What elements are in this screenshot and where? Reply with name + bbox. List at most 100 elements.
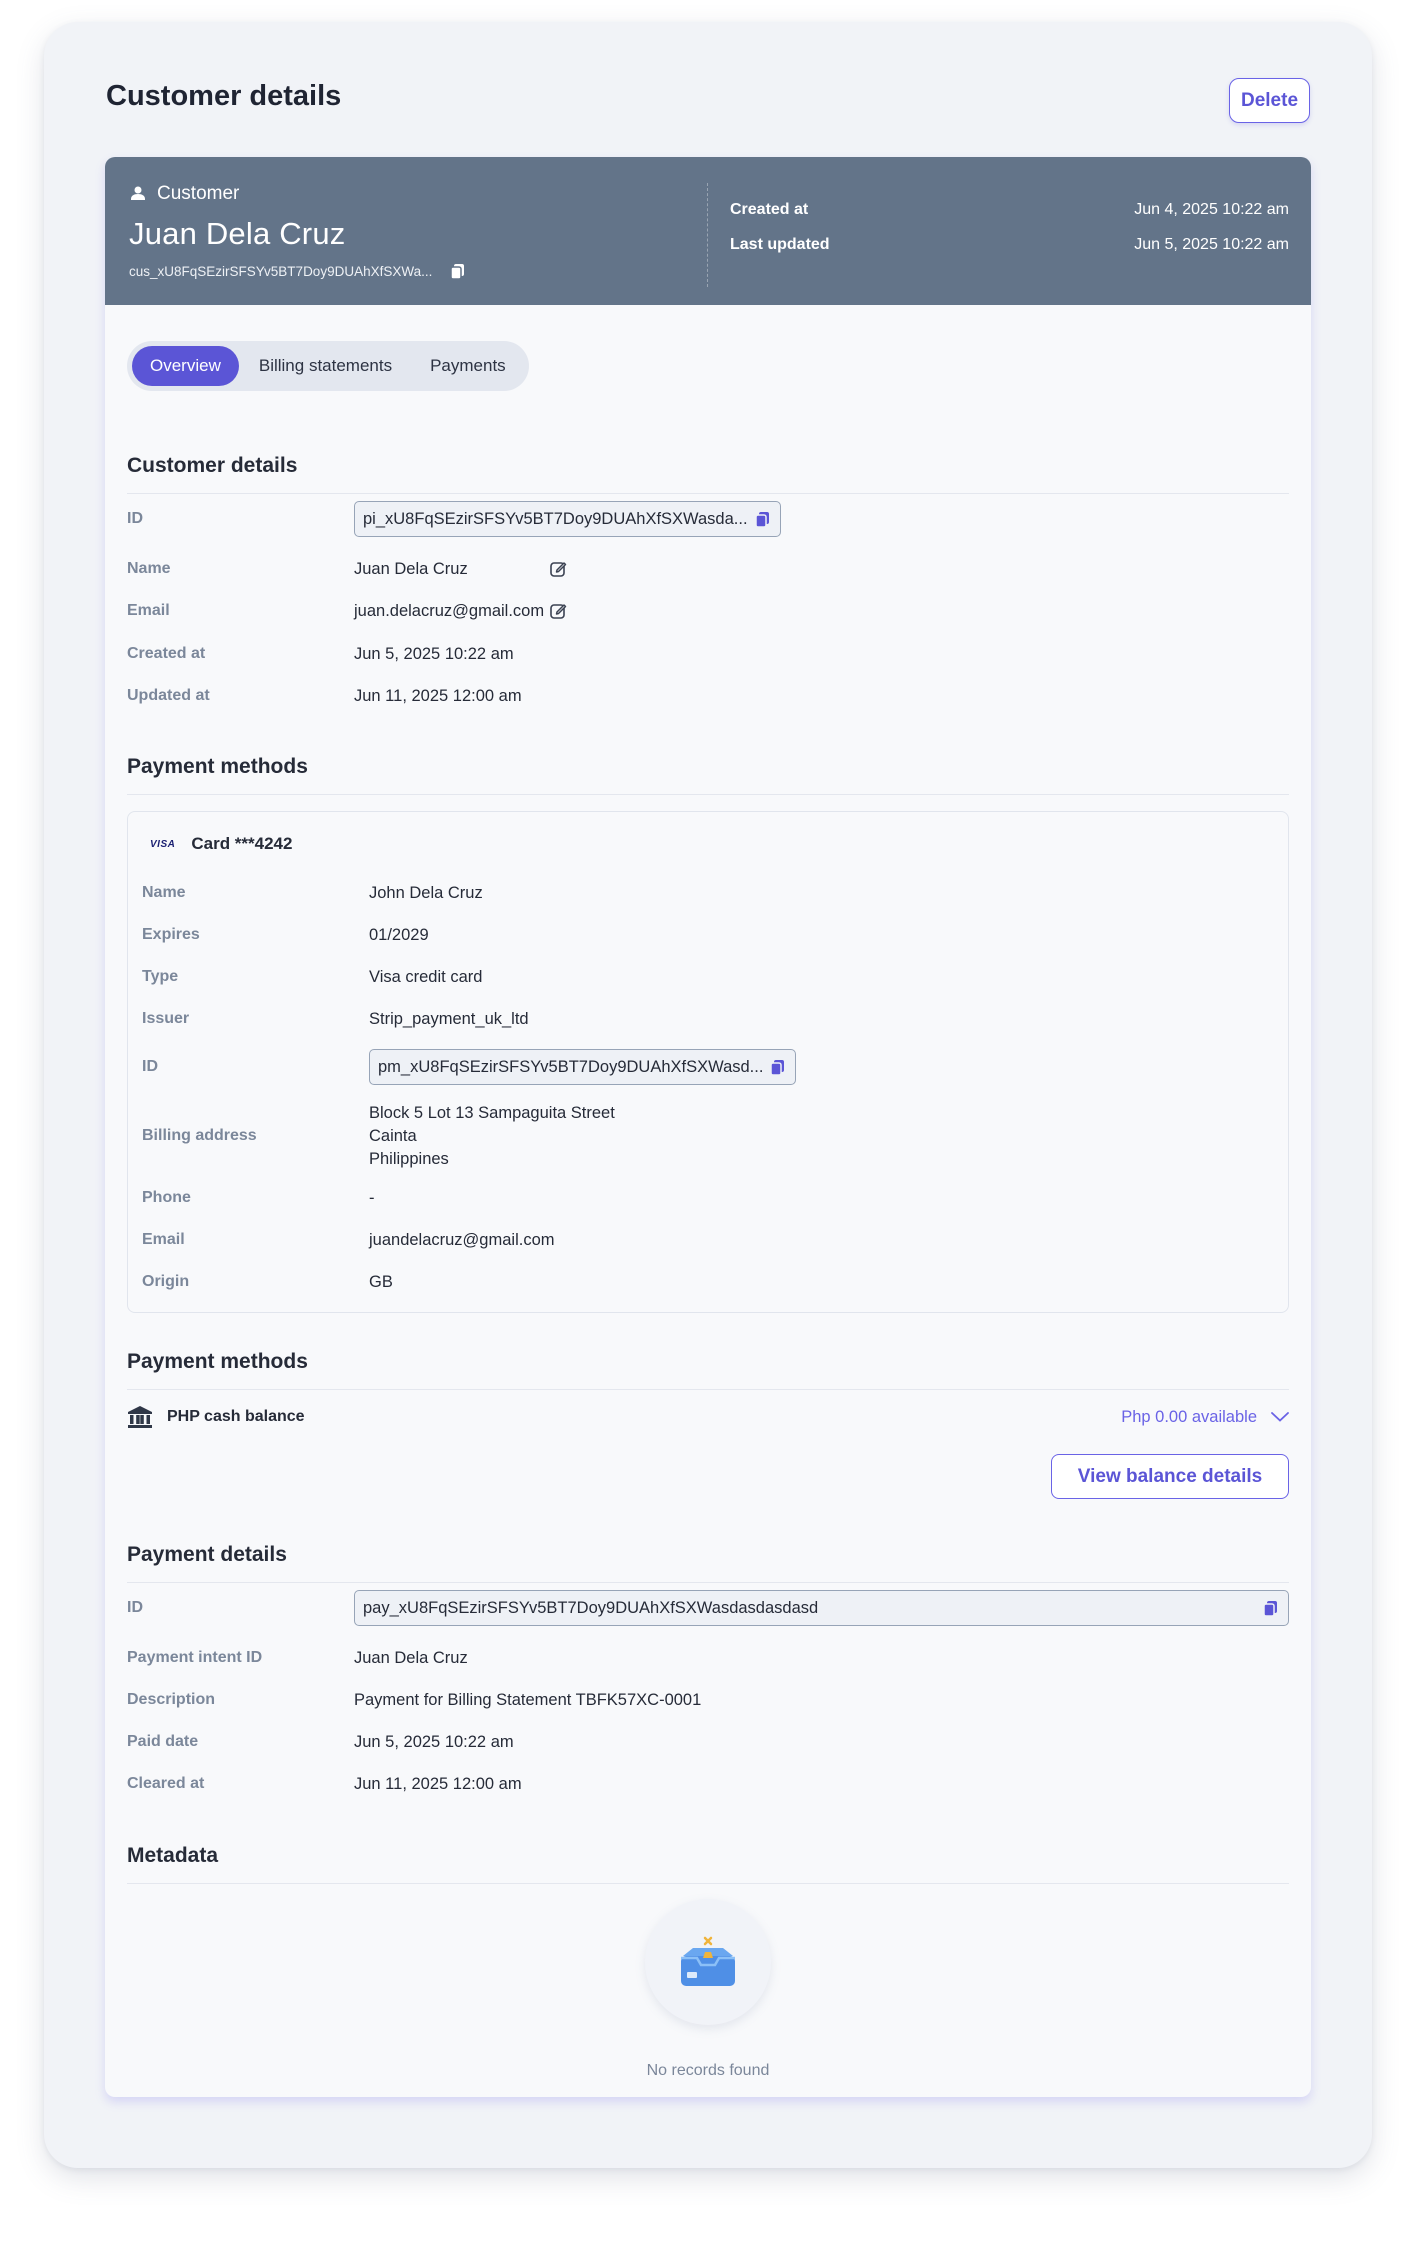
cleared-at-value: Jun 11, 2025 12:00 am [354,1774,522,1793]
issuer-row: Issuer Strip_payment_uk_ltd [142,1004,1276,1034]
phone-label: Phone [142,1189,191,1206]
id-label: ID [127,510,143,527]
customer-name: Juan Dela Cruz [129,216,346,251]
cash-balance-row: PHP cash balance Php 0.00 available [127,1402,1289,1432]
customer-id-value: pi_xU8FqSEzirSFSYv5BT7Doy9DUAhXfSXWasda.… [363,509,748,528]
customer-header: Customer Juan Dela Cruz cus_xU8FqSEzirSF… [105,157,1311,305]
email-value: juan.delacruz@gmail.com [354,601,545,620]
paid-date-row: Paid date Jun 5, 2025 10:22 am [127,1727,1289,1757]
card-name-label: Name [142,884,186,901]
origin-row: Origin GB [142,1267,1276,1297]
billing-address-label: Billing address [142,1127,257,1144]
created-at-label: Created at [730,201,809,218]
customer-kind: Customer [129,183,239,205]
expires-value: 01/2029 [369,925,429,944]
created-value: Jun 5, 2025 10:22 am [354,644,514,663]
description-row: Description Payment for Billing Statemen… [127,1685,1289,1715]
delete-button[interactable]: Delete [1229,78,1310,123]
name-row: Name Juan Dela Cruz [127,554,1289,584]
paid-date-label: Paid date [127,1733,199,1750]
name-value: Juan Dela Cruz [354,559,468,578]
cash-balance-available: Php 0.00 available [1121,1407,1257,1426]
address-line: Cainta [369,1126,417,1145]
billing-address-value: Block 5 Lot 13 Sampaguita Street Cainta … [369,1102,615,1171]
section-divider [127,1883,1289,1884]
updated-value: Jun 11, 2025 12:00 am [354,686,522,705]
edit-icon[interactable] [549,560,567,578]
email-label: Email [127,602,170,619]
type-value: Visa credit card [369,967,483,986]
created-at-value: Jun 4, 2025 10:22 am [1134,201,1289,218]
copy-icon[interactable] [450,263,465,280]
section-divider [127,794,1289,795]
cash-balance-toggle[interactable]: Php 0.00 available [1121,1408,1289,1427]
expires-label: Expires [142,926,200,943]
empty-state-text: No records found [646,2062,770,2079]
page-title: Customer details [106,80,342,112]
cash-balance-label: PHP cash balance [167,1408,305,1425]
origin-value: GB [369,1272,393,1291]
payment-details-title: Payment details [127,1543,287,1566]
copy-icon[interactable] [770,1059,785,1076]
customer-icon [131,186,145,200]
cleared-at-label: Cleared at [127,1775,205,1792]
cash-balance-title: Payment methods [127,1350,308,1373]
customer-id-text: cus_xU8FqSEzirSFSYv5BT7Doy9DUAhXfSXWa... [129,264,433,279]
expires-row: Expires 01/2029 [142,920,1276,950]
details-panel: Customer details Delete Customer Juan De… [44,22,1372,2168]
card-email-label: Email [142,1231,185,1248]
created-at-row: Created at Jun 4, 2025 10:22 am [730,201,1289,219]
edit-icon[interactable] [549,602,567,620]
type-label: Type [142,968,179,985]
payment-method-id-field[interactable]: pm_xU8FqSEzirSFSYv5BT7Doy9DUAhXfSXWasd..… [369,1049,796,1085]
issuer-value: Strip_payment_uk_ltd [369,1009,529,1028]
updated-label: Updated at [127,687,210,704]
empty-inbox-icon [681,1936,735,1986]
updated-row: Updated at Jun 11, 2025 12:00 am [127,681,1289,711]
origin-label: Origin [142,1273,190,1290]
type-row: Type Visa credit card [142,962,1276,992]
email-row: Email juan.delacruz@gmail.com [127,596,1289,626]
metadata-title: Metadata [127,1844,219,1867]
customer-id: cus_xU8FqSEzirSFSYv5BT7Doy9DUAhXfSXWa... [129,263,465,280]
payment-methods-title: Payment methods [127,755,308,778]
pm-id-label: ID [142,1058,158,1075]
copy-icon[interactable] [1263,1600,1278,1617]
payment-id-row: ID pay_xU8FqSEzirSFSYv5BT7Doy9DUAhXfSXWa… [127,1590,1289,1626]
customer-id-field[interactable]: pi_xU8FqSEzirSFSYv5BT7Doy9DUAhXfSXWasda.… [354,501,781,537]
card-name-value: John Dela Cruz [369,883,483,902]
tab-payments[interactable]: Payments [412,346,524,386]
card-email-value: juandelacruz@gmail.com [369,1230,555,1249]
payment-id-field[interactable]: pay_xU8FqSEzirSFSYv5BT7Doy9DUAhXfSXWasda… [354,1590,1289,1626]
description-value: Payment for Billing Statement TBFK57XC-0… [354,1690,702,1709]
view-balance-details-button[interactable]: View balance details [1051,1454,1289,1499]
cash-balance-label-group: PHP cash balance [127,1405,305,1429]
section-divider [127,1389,1289,1390]
customer-id-row: ID pi_xU8FqSEzirSFSYv5BT7Doy9DUAhXfSXWas… [127,501,1289,537]
payment-id-label: ID [127,1599,143,1616]
payment-id-value: pay_xU8FqSEzirSFSYv5BT7Doy9DUAhXfSXWasda… [363,1598,819,1617]
tab-overview[interactable]: Overview [132,346,239,386]
visa-icon: VISA [150,838,176,850]
section-divider [127,1582,1289,1583]
card-name-row: Name John Dela Cruz [142,878,1276,908]
phone-value: - [369,1188,375,1207]
customer-kind-label: Customer [157,183,240,204]
issuer-label: Issuer [142,1010,190,1027]
payment-intent-value: Juan Dela Cruz [354,1648,468,1667]
empty-state-illustration [645,1899,771,2025]
tab-billing-statements[interactable]: Billing statements [241,346,410,386]
section-divider [127,493,1289,494]
tab-bar: Overview Billing statements Payments [127,341,529,391]
customer-card: Customer Juan Dela Cruz cus_xU8FqSEzirSF… [105,157,1311,2097]
payment-intent-row: Payment intent ID Juan Dela Cruz [127,1643,1289,1673]
card-label: Card ***4242 [191,834,293,853]
created-row: Created at Jun 5, 2025 10:22 am [127,639,1289,669]
last-updated-value: Jun 5, 2025 10:22 am [1134,236,1289,253]
payment-intent-label: Payment intent ID [127,1649,263,1666]
copy-icon[interactable] [755,511,770,528]
description-label: Description [127,1691,216,1708]
phone-row: Phone - [142,1183,1276,1213]
bank-icon [128,1406,152,1428]
cleared-at-row: Cleared at Jun 11, 2025 12:00 am [127,1769,1289,1799]
